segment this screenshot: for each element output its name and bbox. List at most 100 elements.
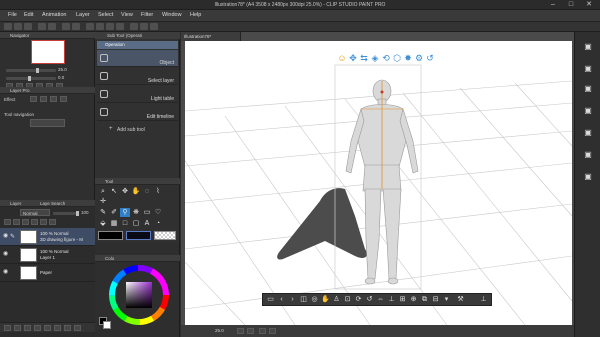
reference-layer-icon[interactable] [13,219,20,225]
clear-icon[interactable] [62,23,70,30]
3d-scene[interactable] [185,41,572,325]
snap-guide-icon[interactable] [140,23,148,30]
new-icon[interactable] [4,23,12,30]
eraser-tool-icon[interactable]: ▭ [142,208,152,217]
sub-tool-edit-timeline[interactable]: Edit timeline [97,104,178,121]
navigator-thumbnail[interactable] [31,40,65,64]
layer-row-3d[interactable]: ◉ ✎ 100 % Normal 3D drawing figure - M [0,228,95,246]
material-folder-icon[interactable]: ▣ [583,42,593,52]
navigator-tab[interactable]: Navigator [10,33,29,38]
save-pose-icon[interactable]: ⊞ [398,295,407,305]
undo-icon[interactable] [38,23,46,30]
pose-icon[interactable]: ◫ [299,295,308,305]
fill-icon[interactable] [72,23,80,30]
effect-tone-icon[interactable] [40,96,47,102]
lock-joint-icon[interactable]: ⊡ [343,295,352,305]
canvas[interactable]: ☺ ✥ ⇆ ◈ ⟲ ⬡ ✸ ⚙ ↺ [185,41,572,325]
snap-ruler-icon[interactable] [130,23,138,30]
frame-tool-icon[interactable]: ▢ [131,219,141,228]
zoom-status[interactable]: 25.0 [215,328,224,333]
mask-enable-icon[interactable] [49,219,56,225]
new-vector-layer-icon[interactable] [14,325,21,331]
pen-tool-icon[interactable]: ✎ [98,208,108,217]
layer-row-paper[interactable]: ◉ Paper [0,264,95,282]
reset-pose-icon[interactable]: ↺ [425,53,435,63]
open-icon[interactable] [14,23,22,30]
menu-animation[interactable]: Animation [42,12,66,18]
zoom-slider[interactable] [6,68,56,73]
menu-layer[interactable]: Layer [76,12,90,18]
lock-transparency-icon[interactable] [40,219,47,225]
body-shape-icon[interactable]: ♙ [332,295,341,305]
transform-icon[interactable] [86,23,94,30]
eye-icon[interactable]: ◉ [3,269,9,275]
maximize-icon[interactable]: □ [566,1,576,9]
lasso-tool-icon[interactable]: ◌ [142,187,152,196]
minimize-icon[interactable]: – [548,1,558,9]
decoration-tool-icon[interactable]: ❋ [131,208,141,217]
camera-icon[interactable]: ◎ [310,295,319,305]
effect-color-icon[interactable] [50,96,57,102]
clip-layer-icon[interactable] [4,219,11,225]
object-move-icon[interactable]: ◈ [370,53,380,63]
camera-move-icon[interactable]: ⇆ [359,53,369,63]
invert-selection-icon[interactable] [106,23,114,30]
menu-window[interactable]: Window [162,12,182,18]
paste-icon[interactable]: ⊟ [431,295,440,305]
effect-mask-icon[interactable] [60,96,67,102]
redo-icon[interactable] [48,23,56,30]
ground-icon[interactable]: ⊥ [387,295,396,305]
material-manga-icon[interactable]: ▣ [583,84,593,94]
sub-tool-object[interactable]: Object [97,50,178,67]
heart-shape-icon[interactable]: ♡ [153,208,163,217]
zoom-tool-icon[interactable]: ⌕ [98,187,108,196]
ruler-icon[interactable] [64,325,71,331]
material-download-icon[interactable]: ▣ [583,172,593,182]
status-zoom-in-icon[interactable] [237,328,244,334]
next-icon[interactable]: › [288,295,297,305]
show-selection-icon[interactable] [116,23,124,30]
menu-help[interactable]: Help [190,12,201,18]
object-tilt-icon[interactable]: ✸ [403,53,413,63]
gradient-tool-icon[interactable]: ▦ [109,219,119,228]
add-sub-tool-button[interactable]: Add sub tool [117,127,145,133]
document-tab[interactable]: Illustration78* [181,32,241,41]
status-flip-icon[interactable] [269,328,276,334]
eye-icon[interactable]: ◉ [3,251,9,257]
launcher-menu-icon[interactable]: ▭ [266,295,275,305]
new-folder-icon[interactable] [24,325,31,331]
layer-property-tab[interactable]: Layer Pro [10,88,30,93]
object-rotate-icon[interactable]: ⟲ [381,53,391,63]
menu-filter[interactable]: Filter [141,12,153,18]
text-tool-icon[interactable]: A [142,219,152,228]
blend-mode-select[interactable]: Normal [20,209,50,216]
main-color-swatch[interactable] [98,231,123,240]
sub-color-swatch[interactable] [126,231,151,240]
effect-border-icon[interactable] [30,96,37,102]
reset-icon[interactable]: ↺ [365,295,374,305]
layer-row-layer1[interactable]: ◉ 100 % Normal Layer 1 [0,246,95,264]
status-zoom-out-icon[interactable] [247,328,254,334]
transparent-swatch[interactable] [154,231,176,240]
eye-icon[interactable]: ◉ [3,233,9,239]
direction-tool-icon[interactable]: ✛ [98,197,108,206]
hand-pose-icon[interactable]: ✋ [321,295,330,305]
snap-grid-icon[interactable] [150,23,158,30]
sub-color-chip[interactable] [103,321,111,329]
tool-navigation-button[interactable] [30,119,65,127]
move-layer-tool-icon[interactable]: ✥ [120,187,130,196]
dropdown-icon[interactable]: ▾ [442,295,451,305]
tool-tab[interactable]: Tool [105,179,113,184]
balloon-tool-icon[interactable]: ◔ [153,219,163,228]
layer-tab[interactable]: Layer [10,201,21,206]
register-icon[interactable]: ⊕ [409,295,418,305]
close-icon[interactable]: ✕ [584,1,594,9]
operation-tool-icon[interactable]: ↖ [109,187,119,196]
operation-group[interactable]: Operation [97,41,178,49]
material-image-icon[interactable]: ▣ [583,128,593,138]
new-raster-layer-icon[interactable] [4,325,11,331]
rotate-view-icon[interactable]: ⟳ [354,295,363,305]
layer-mask-icon[interactable] [54,325,61,331]
fill-tool-icon[interactable]: ⬙ [98,219,108,228]
menu-edit[interactable]: Edit [24,12,33,18]
